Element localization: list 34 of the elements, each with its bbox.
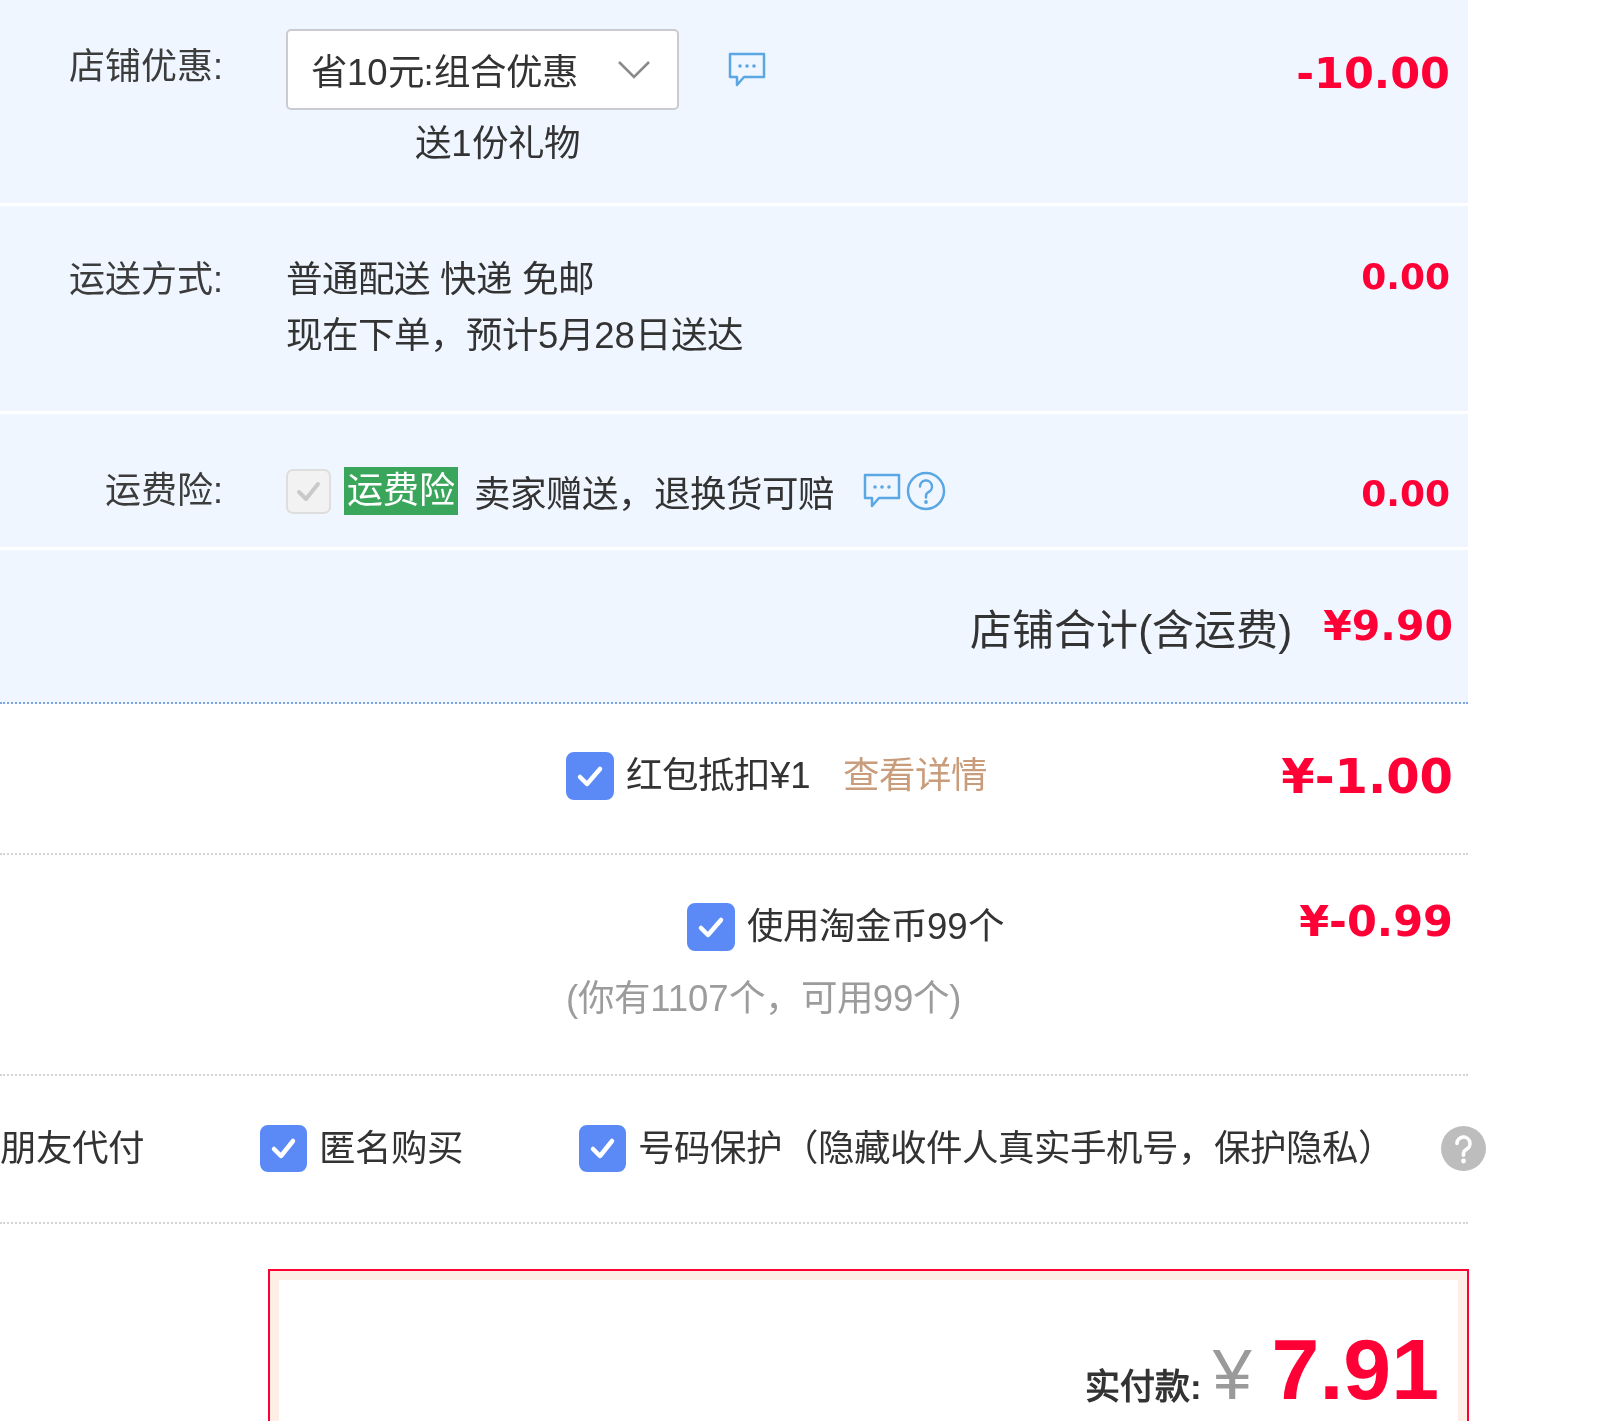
deduction-label: 使用淘金币99个: [747, 905, 1004, 949]
help-icon[interactable]: [1441, 1126, 1486, 1171]
option-label: 匿名购买: [319, 1127, 463, 1171]
discount-amount: -10.00: [1296, 47, 1450, 100]
deduction-amount: ¥-1.00: [1281, 752, 1453, 800]
checkbox[interactable]: [687, 903, 735, 951]
insurance-description: 卖家赠送，退换货可赔: [474, 473, 834, 517]
delivery-estimate: 现在下单，预计5月28日送达: [286, 314, 744, 358]
chat-icon[interactable]: [863, 473, 901, 509]
coin-balance-note: (你有1107个，可用99个): [566, 977, 963, 1021]
insurance-tag: 运费险: [344, 467, 458, 515]
insurance-label: 运费险:: [105, 469, 224, 513]
caret-icon: [617, 59, 651, 80]
currency-symbol: ¥: [1212, 1340, 1252, 1410]
discount-label: 店铺优惠:: [69, 45, 224, 89]
shipping-amount: 0.00: [1361, 255, 1450, 299]
payment-amount: 7.91: [1271, 1326, 1439, 1412]
gift-note: 送1份礼物: [414, 124, 581, 164]
discount-select[interactable]: 省10元:组合优惠: [286, 29, 679, 110]
deduction-amount: ¥-0.99: [1299, 897, 1453, 945]
shop-total-amount: ¥9.90: [1323, 602, 1453, 650]
shop-total-label: 店铺合计(含运费): [970, 605, 1293, 656]
option-label: 朋友代付: [0, 1127, 144, 1171]
shipping-label: 运送方式:: [69, 258, 224, 302]
help-icon[interactable]: [906, 471, 946, 511]
checkbox[interactable]: [260, 1125, 307, 1172]
option-label: 号码保护（隐藏收件人真实手机号，保护隐私）: [638, 1127, 1394, 1171]
chat-icon[interactable]: [728, 51, 766, 88]
checkbox[interactable]: [566, 752, 614, 800]
checkbox[interactable]: [579, 1125, 626, 1172]
shipping-method: 普通配送 快递 免邮: [286, 258, 596, 302]
insurance-amount: 0.00: [1361, 472, 1450, 516]
deduction-label: 红包抵扣¥1: [626, 754, 811, 798]
payment-label: 实付款:: [1085, 1366, 1202, 1408]
